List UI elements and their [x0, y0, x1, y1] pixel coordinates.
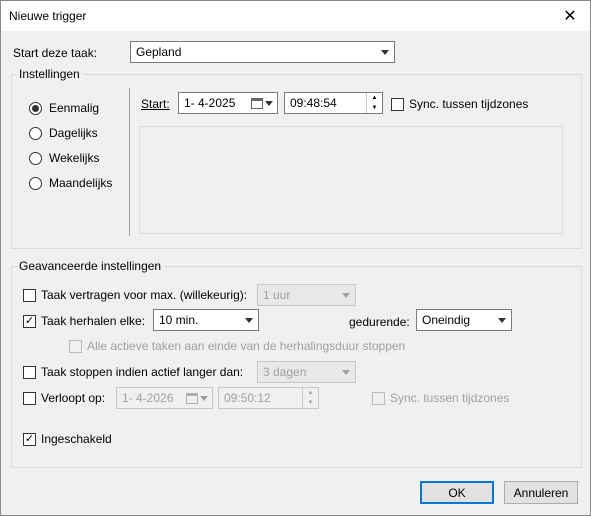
delay-task-label: Taak vertragen voor max. (willekeurig):	[41, 288, 248, 302]
sync-timezones-box	[391, 97, 404, 111]
repeat-interval-value: 10 min.	[159, 313, 199, 327]
radio-daily-indicator	[29, 126, 42, 140]
spin-up-icon[interactable]: ▲	[367, 93, 382, 103]
sync-timezones-checkbox[interactable]: Sync. tussen tijdzones	[391, 97, 528, 111]
repeat-interval-select[interactable]: 10 min.	[153, 309, 259, 331]
expires-time-field[interactable]: 09:50:12 ▲ ▼	[218, 387, 319, 409]
ok-button[interactable]: OK	[420, 481, 494, 504]
cancel-button[interactable]: Annuleren	[504, 481, 578, 504]
expires-box	[23, 391, 36, 405]
expires-date-value: 1- 4-2026	[122, 391, 174, 405]
start-task-select[interactable]: Gepland	[130, 41, 395, 63]
stop-if-running-checkbox[interactable]: Taak stoppen indien actief langer dan:	[23, 365, 243, 379]
radio-once[interactable]: Eenmalig	[29, 101, 99, 115]
settings-group-title: Instellingen	[16, 67, 83, 81]
chevron-down-icon	[493, 310, 511, 330]
start-task-value: Gepland	[136, 45, 182, 59]
expires-time-spinner[interactable]: ▲ ▼	[302, 388, 318, 408]
enabled-box: ✓	[23, 432, 36, 446]
radio-monthly-indicator	[29, 176, 42, 190]
stop-if-running-select[interactable]: 3 dagen	[257, 361, 356, 383]
expires-sync-box	[372, 391, 385, 405]
repeat-task-label: Taak herhalen elke:	[41, 314, 146, 328]
settings-divider	[129, 88, 130, 236]
radio-monthly[interactable]: Maandelijks	[29, 176, 112, 190]
start-time-spinner[interactable]: ▲ ▼	[366, 93, 382, 113]
delay-task-value: 1 uur	[263, 288, 291, 302]
radio-daily-label: Dagelijks	[49, 126, 98, 140]
start-label: Start:	[141, 97, 170, 111]
radio-once-label: Eenmalig	[49, 101, 100, 115]
start-date-value: 1- 4-2025	[184, 96, 236, 110]
schedule-details-panel	[139, 126, 563, 234]
radio-weekly[interactable]: Wekelijks	[29, 151, 99, 165]
spin-up-icon[interactable]: ▲	[303, 388, 318, 398]
expires-date-picker[interactable]: 1- 4-2026	[116, 387, 213, 409]
spin-down-icon[interactable]: ▼	[367, 103, 382, 113]
stop-all-label: Alle actieve taken aan einde van de herh…	[87, 339, 406, 353]
expires-sync-checkbox[interactable]: Sync. tussen tijdzones	[372, 391, 509, 405]
radio-monthly-label: Maandelijks	[49, 176, 113, 190]
chevron-down-icon	[376, 42, 394, 62]
chevron-down-icon	[265, 100, 273, 106]
radio-daily[interactable]: Dagelijks	[29, 126, 98, 140]
title-bar: Nieuwe trigger ✕	[1, 1, 590, 31]
calendar-icon	[186, 392, 198, 404]
stop-if-running-label: Taak stoppen indien actief langer dan:	[41, 365, 244, 379]
dialog-window: Nieuwe trigger ✕ Start deze taak: Geplan…	[0, 0, 591, 516]
checkmark-icon: ✓	[24, 432, 35, 445]
chevron-down-icon	[240, 310, 258, 330]
stop-all-checkbox[interactable]: Alle actieve taken aan einde van de herh…	[69, 339, 405, 353]
sync-timezones-label: Sync. tussen tijdzones	[409, 97, 529, 111]
expires-checkbox[interactable]: Verloopt op:	[23, 391, 105, 405]
radio-weekly-indicator	[29, 151, 42, 165]
start-task-label: Start deze taak:	[13, 46, 98, 60]
chevron-down-icon	[200, 395, 208, 401]
radio-weekly-label: Wekelijks	[49, 151, 100, 165]
enabled-checkbox[interactable]: ✓ Ingeschakeld	[23, 432, 112, 446]
calendar-icon	[251, 97, 263, 109]
delay-task-checkbox[interactable]: Taak vertragen voor max. (willekeurig):	[23, 288, 247, 302]
start-time-value: 09:48:54	[290, 96, 337, 110]
repeat-task-box: ✓	[23, 314, 36, 328]
expires-time-value: 09:50:12	[224, 391, 271, 405]
expires-sync-label: Sync. tussen tijdzones	[390, 391, 510, 405]
checkmark-icon: ✓	[24, 314, 35, 327]
stop-if-running-value: 3 dagen	[263, 365, 307, 379]
stop-if-running-box	[23, 365, 36, 379]
stop-all-box	[69, 339, 82, 353]
delay-task-select[interactable]: 1 uur	[257, 284, 356, 306]
repeat-task-checkbox[interactable]: ✓ Taak herhalen elke:	[23, 314, 145, 328]
delay-task-box	[23, 288, 36, 302]
duration-select[interactable]: Oneindig	[416, 309, 512, 331]
enabled-label: Ingeschakeld	[41, 432, 112, 446]
advanced-group-title: Geavanceerde instellingen	[16, 259, 165, 273]
close-button[interactable]: ✕	[550, 1, 590, 31]
expires-label: Verloopt op:	[41, 391, 106, 405]
duration-label: gedurende:	[349, 315, 410, 329]
chevron-down-icon	[337, 362, 355, 382]
start-time-field[interactable]: 09:48:54 ▲ ▼	[284, 92, 383, 114]
start-date-picker[interactable]: 1- 4-2025	[178, 92, 278, 114]
duration-value: Oneindig	[422, 313, 471, 327]
radio-once-indicator	[29, 101, 42, 115]
window-title: Nieuwe trigger	[9, 9, 87, 23]
close-icon: ✕	[563, 8, 577, 25]
chevron-down-icon	[337, 285, 355, 305]
spin-down-icon[interactable]: ▼	[303, 398, 318, 408]
